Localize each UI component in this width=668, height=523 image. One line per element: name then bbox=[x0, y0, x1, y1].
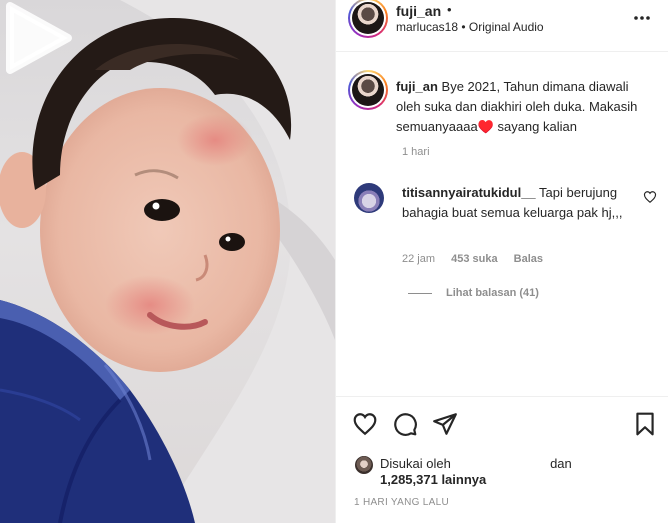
caption-username[interactable]: fuji_an bbox=[396, 79, 438, 94]
share-icon[interactable] bbox=[432, 411, 458, 437]
liked-by: Disukai oleh dan bbox=[380, 455, 572, 473]
video-player[interactable] bbox=[0, 0, 335, 523]
author-avatar[interactable] bbox=[348, 0, 388, 38]
audio-subline[interactable]: marlucas18 • Original Audio bbox=[396, 20, 544, 34]
caption-time: 1 hari bbox=[402, 146, 430, 158]
comment-likes[interactable]: 453 suka bbox=[451, 253, 497, 265]
commenter-avatar[interactable] bbox=[354, 183, 384, 213]
more-options-icon[interactable] bbox=[632, 8, 652, 28]
reply-button[interactable]: Balas bbox=[514, 253, 543, 265]
view-replies-label: Lihat balasan (41) bbox=[446, 287, 539, 299]
header-dot: • bbox=[447, 2, 452, 17]
bookmark-icon[interactable] bbox=[632, 411, 658, 437]
post-time[interactable]: 1 HARI YANG LALU bbox=[354, 497, 449, 508]
heart-icon[interactable] bbox=[352, 411, 378, 437]
post-details-panel: fuji_an • marlucas18 • Original Audio fu… bbox=[335, 0, 668, 523]
likes-count[interactable]: 1,285,371 lainnya bbox=[380, 472, 486, 487]
post-header: fuji_an • marlucas18 • Original Audio bbox=[336, 0, 668, 52]
comment-meta: 22 jam 453 suka Balas bbox=[402, 253, 556, 265]
video-frame bbox=[0, 0, 335, 523]
liked-by-avatar[interactable] bbox=[354, 455, 374, 475]
view-replies-button[interactable]: Lihat balasan (41) bbox=[408, 287, 539, 299]
comment: titisannyairatukidul__ Tapi berujung bah… bbox=[402, 183, 634, 223]
comment-time: 22 jam bbox=[402, 253, 436, 265]
play-icon[interactable] bbox=[0, 0, 76, 76]
post-caption: fuji_an Bye 2021, Tahun dimana diawali o… bbox=[396, 77, 652, 137]
caption-avatar[interactable] bbox=[348, 70, 388, 110]
author-username[interactable]: fuji_an bbox=[396, 3, 441, 19]
replies-divider bbox=[408, 292, 432, 294]
comment-username[interactable]: titisannyairatukidul__ bbox=[402, 185, 536, 200]
liked-by-prefix: Disukai oleh bbox=[380, 456, 451, 471]
comment-icon[interactable] bbox=[392, 411, 418, 437]
liked-by-and: dan bbox=[550, 456, 572, 471]
comment-like-heart-icon[interactable] bbox=[643, 190, 657, 204]
